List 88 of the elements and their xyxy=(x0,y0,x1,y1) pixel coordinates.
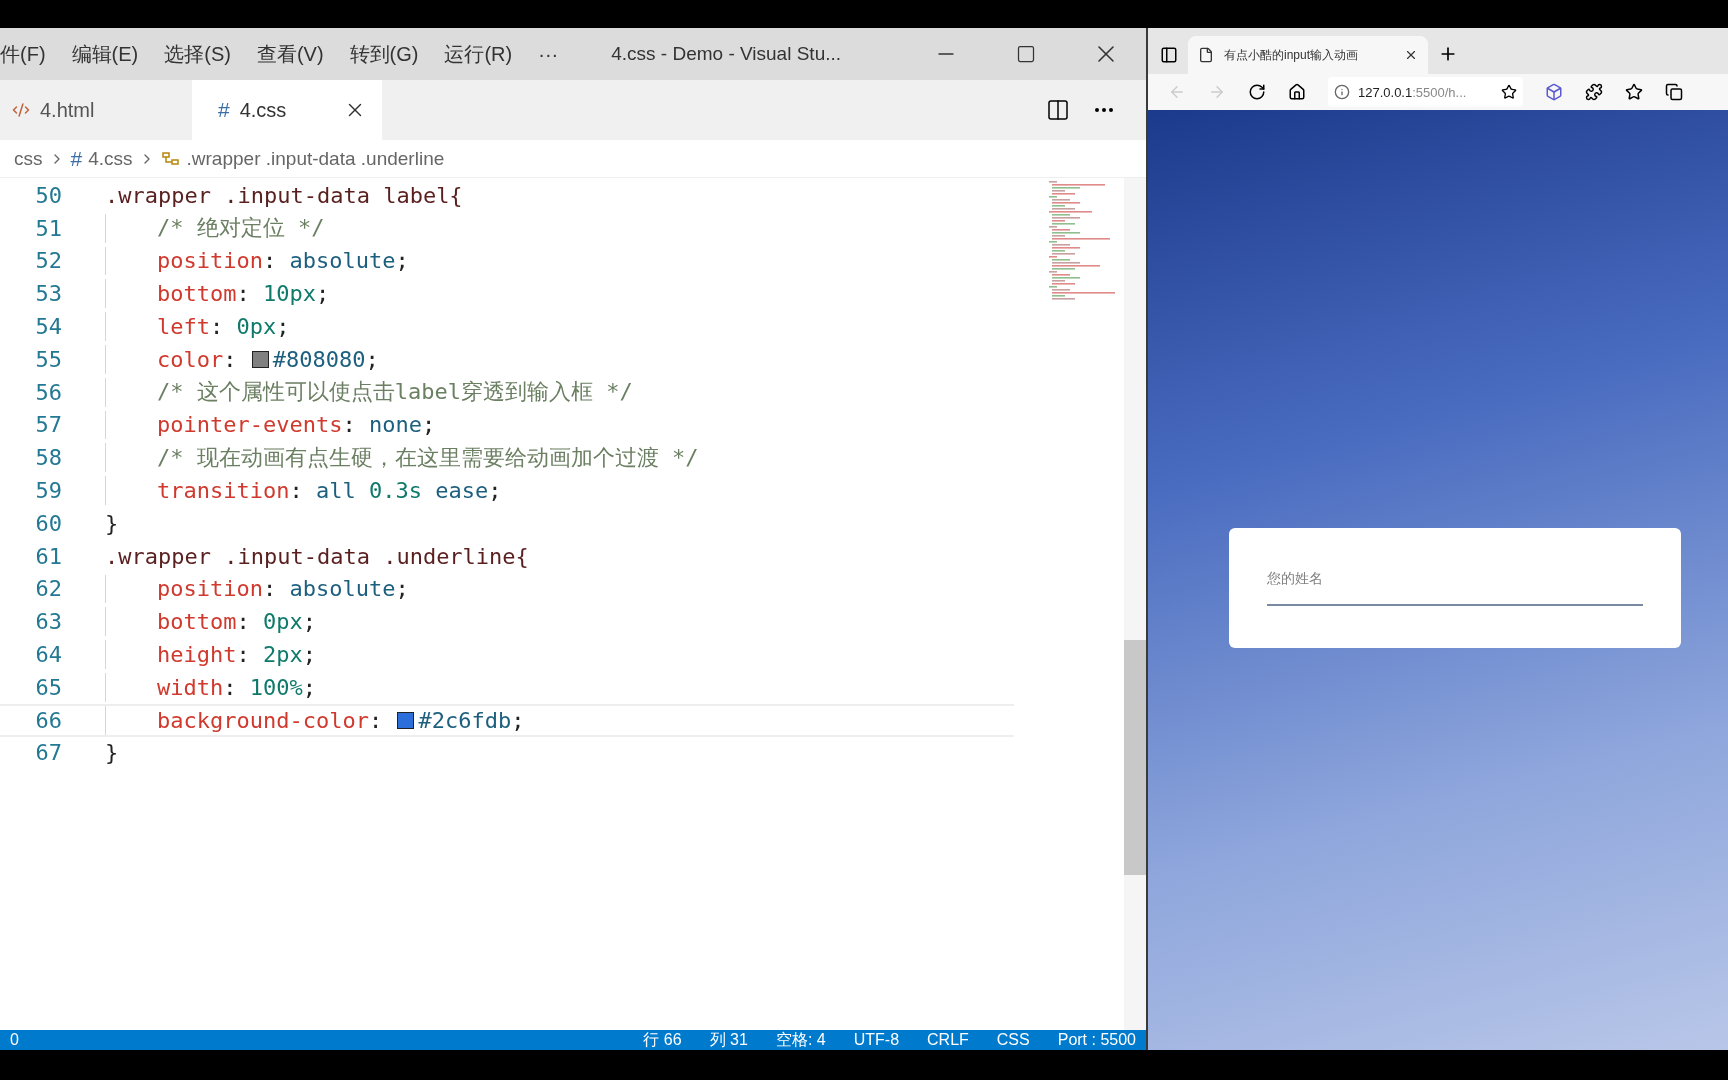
code-text: background-color: xyxy=(157,707,384,733)
line-number: 50 xyxy=(34,182,62,208)
code-text: pointer-events: none; xyxy=(157,412,436,438)
tab-label: 4.css xyxy=(239,98,287,122)
code-text: bottom: 10px; xyxy=(157,281,330,307)
file-type-icon: # xyxy=(218,98,230,122)
favorites-icon[interactable] xyxy=(1625,83,1643,101)
refresh-icon[interactable] xyxy=(1248,83,1266,101)
line-number: 52 xyxy=(34,248,62,274)
line-number: 53 xyxy=(34,281,62,307)
code-text: transition: all 0.3s ease; xyxy=(157,478,502,504)
line-number: 63 xyxy=(34,609,62,635)
menu-item[interactable]: 查看(V) xyxy=(243,40,337,68)
color-swatch[interactable] xyxy=(397,711,415,729)
line-number: 60 xyxy=(34,510,62,536)
info-icon xyxy=(1334,84,1350,100)
code-text: position: absolute; xyxy=(157,576,409,602)
extensions-icon[interactable] xyxy=(1585,83,1603,101)
status-item[interactable]: CRLF xyxy=(927,1031,969,1049)
editor-tab[interactable]: 4.html xyxy=(0,80,192,140)
line-number: 51 xyxy=(34,215,62,241)
code-text: left: 0px; xyxy=(157,314,290,340)
address-bar[interactable]: 127.0.0.1:5500/h... xyxy=(1328,77,1523,107)
line-number: 55 xyxy=(34,346,62,372)
status-item[interactable]: Port : 5500 xyxy=(1057,1031,1136,1049)
status-item[interactable]: 行 66 xyxy=(643,1029,682,1051)
menu-item[interactable]: 转到(G) xyxy=(336,40,432,68)
line-number: 54 xyxy=(34,314,62,340)
line-number: 61 xyxy=(34,543,62,569)
line-number: 56 xyxy=(34,379,62,405)
line-number: 67 xyxy=(34,740,62,766)
sidebar-icon[interactable] xyxy=(1160,46,1178,64)
status-item[interactable]: 0 xyxy=(10,1031,19,1049)
code-text: height: 2px; xyxy=(157,642,316,668)
more-menu[interactable]: ··· xyxy=(525,42,572,66)
status-item[interactable]: 空格: 4 xyxy=(775,1029,826,1051)
menu-item[interactable]: 编辑(E) xyxy=(58,40,152,68)
collections-icon[interactable] xyxy=(1665,83,1683,101)
code-text: #808080; xyxy=(272,346,379,372)
code-icon xyxy=(12,101,30,119)
code-text: .wrapper .input-data .underline{ xyxy=(105,543,529,569)
line-number: 59 xyxy=(34,478,62,504)
favorite-icon[interactable] xyxy=(1501,84,1517,100)
code-text: } xyxy=(105,510,119,536)
browser-tab[interactable]: 有点小酷的input输入动画 xyxy=(1188,36,1428,74)
status-item[interactable]: CSS xyxy=(996,1031,1030,1049)
line-number: 64 xyxy=(34,642,62,668)
code-text: /* 现在动画有点生硬，在这里需要给动画加个过渡 */ xyxy=(157,443,699,472)
menu-item[interactable]: 选择(S) xyxy=(151,40,244,68)
line-number: 58 xyxy=(34,445,62,471)
page-icon xyxy=(1198,47,1214,63)
menu-item[interactable]: 件(F) xyxy=(0,40,59,68)
symbol-icon xyxy=(160,149,181,168)
status-item[interactable]: 列 31 xyxy=(709,1029,748,1051)
window-title: 4.css - Demo - Visual Stu... xyxy=(611,43,842,65)
code-text: color: xyxy=(157,346,238,372)
breadcrumb-item[interactable]: .wrapper .input-data .underline xyxy=(186,147,445,170)
breadcrumb-item[interactable]: css xyxy=(14,147,43,170)
code-text: position: absolute; xyxy=(157,248,409,274)
code-text: bottom: 0px; xyxy=(157,609,316,635)
line-number: 57 xyxy=(34,412,62,438)
color-swatch[interactable] xyxy=(251,350,269,368)
scrollbar[interactable] xyxy=(1124,178,1146,1030)
code-text: width: 100%; xyxy=(157,674,316,700)
tab-label: 4.html xyxy=(40,98,95,122)
code-text: /* 绝对定位 */ xyxy=(157,214,325,243)
tab-title: 有点小酷的input输入动画 xyxy=(1224,46,1360,64)
close-icon[interactable] xyxy=(1404,48,1418,62)
split-editor-icon[interactable] xyxy=(1046,98,1070,122)
line-number: 65 xyxy=(34,674,62,700)
breadcrumb-item[interactable]: 4.css xyxy=(88,147,133,170)
menu-item[interactable]: 运行(R) xyxy=(431,40,526,68)
minimap-drawing[interactable] xyxy=(1047,178,1117,303)
line-number: 66 xyxy=(34,707,62,733)
cube-icon[interactable] xyxy=(1545,83,1563,101)
status-item[interactable]: UTF-8 xyxy=(853,1031,900,1049)
field-label: 您的姓名 xyxy=(1267,570,1323,588)
code-text: } xyxy=(105,740,119,766)
home-icon[interactable] xyxy=(1288,83,1306,101)
name-field[interactable]: 您的姓名 xyxy=(1267,570,1643,606)
file-type-icon: # xyxy=(70,146,83,171)
url-text: 127.0.0.1:5500/h... xyxy=(1358,84,1468,100)
code-text: .wrapper .input-data label{ xyxy=(105,182,463,208)
code-text: /* 这个属性可以使点击label穿透到输入框 */ xyxy=(157,378,633,407)
code-text: #2c6fdb; xyxy=(418,707,525,733)
line-number: 62 xyxy=(34,576,62,602)
maximize-icon[interactable] xyxy=(1016,44,1036,64)
editor-tab[interactable]: # 4.css xyxy=(192,80,382,140)
